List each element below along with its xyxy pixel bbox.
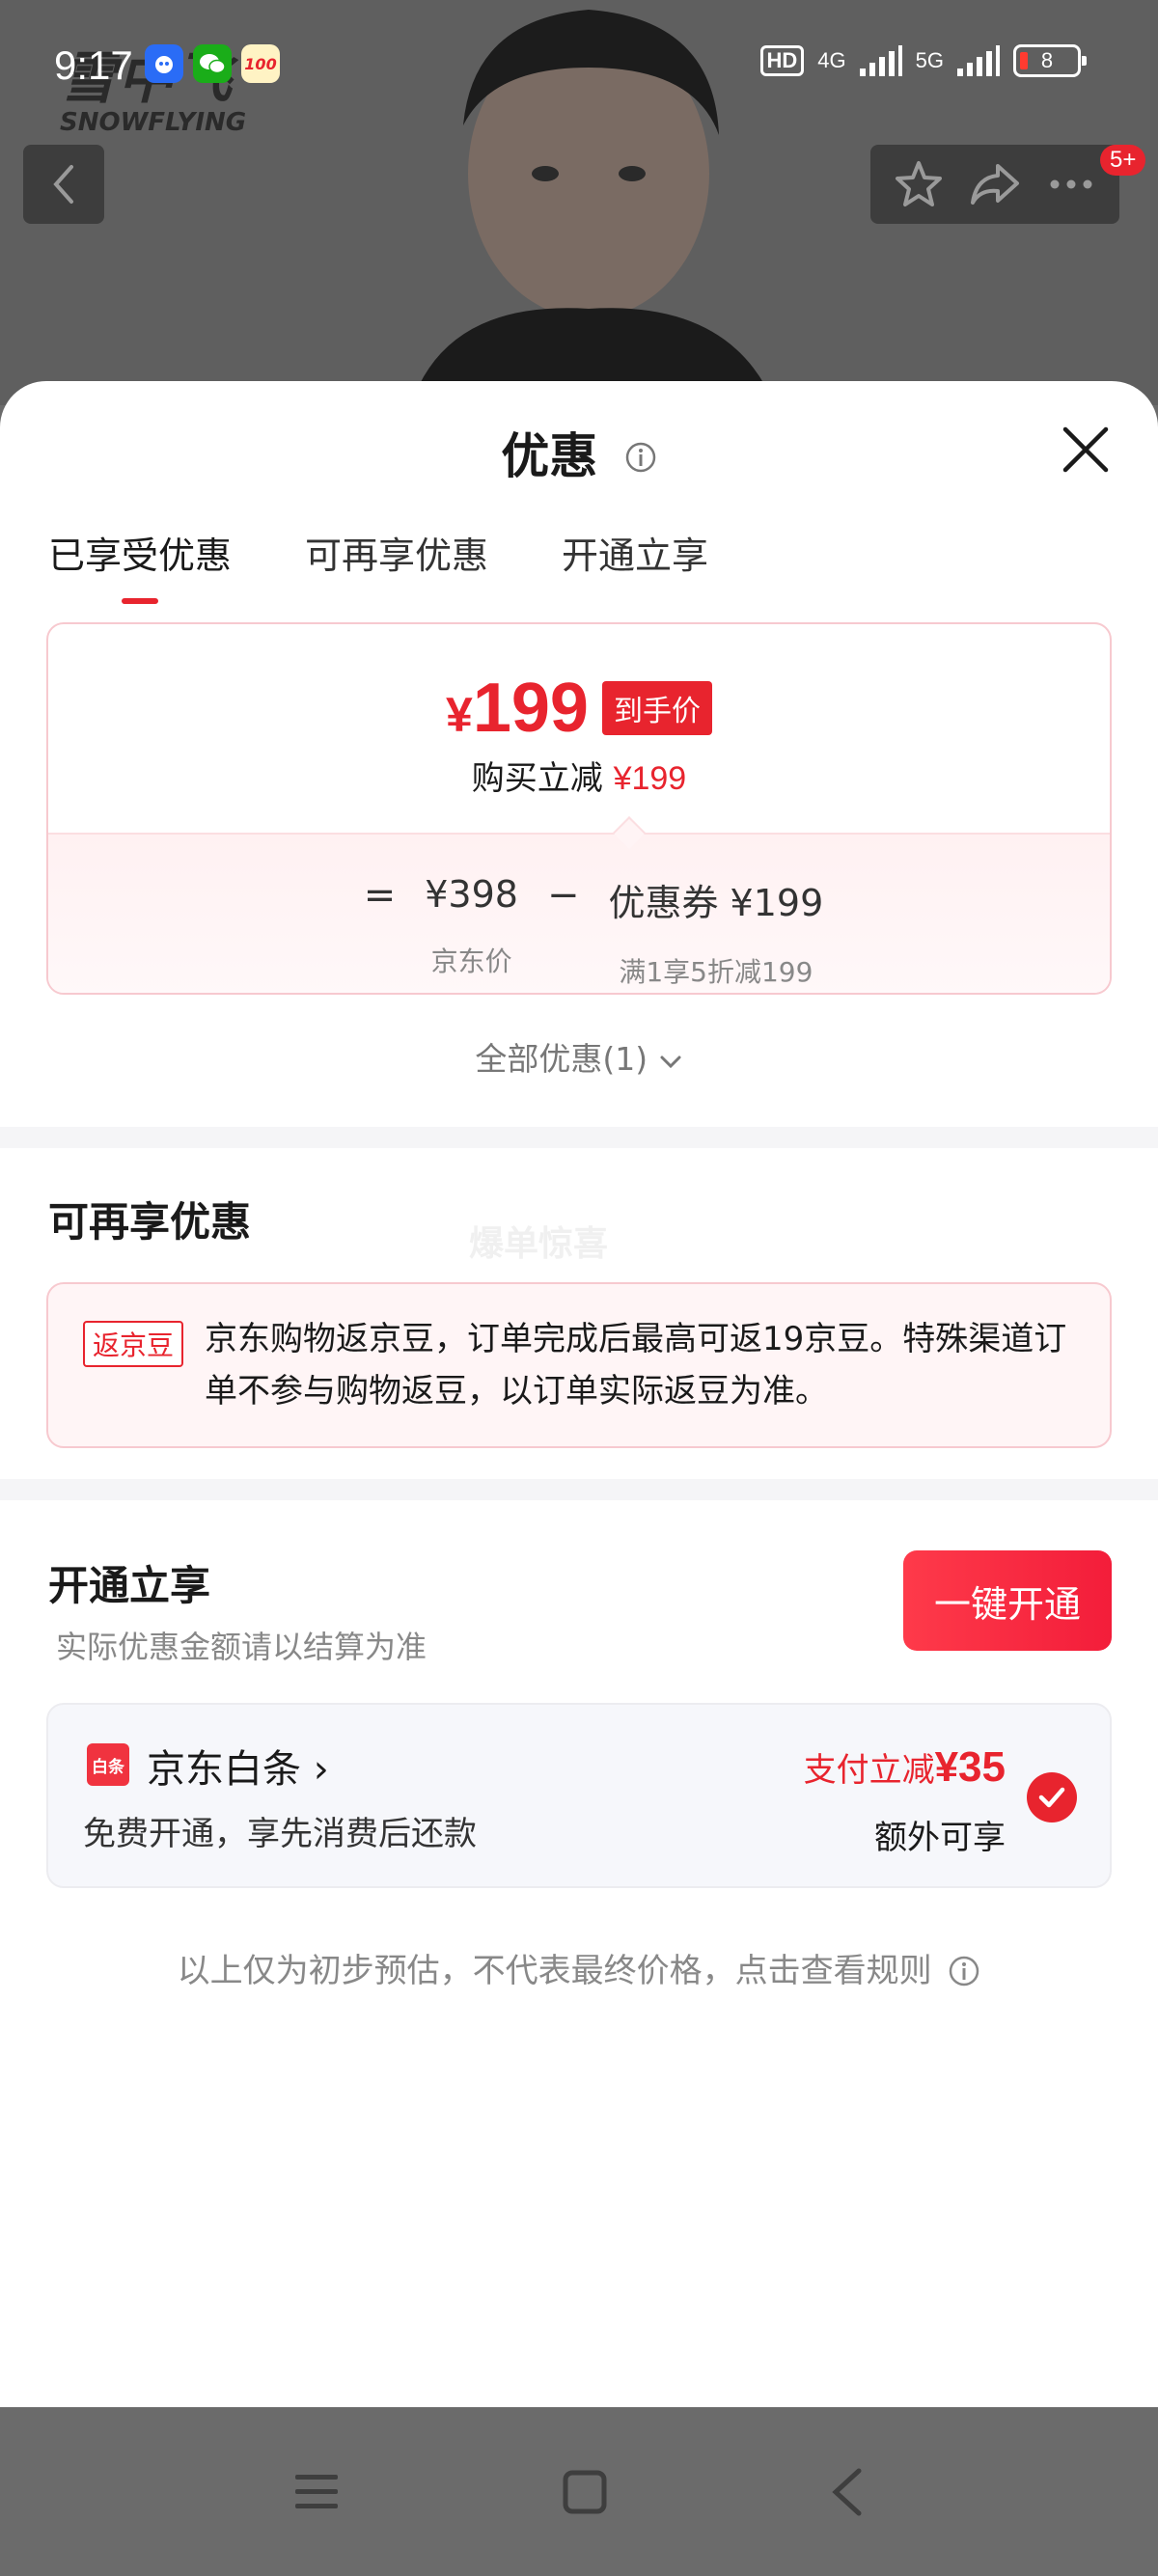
deals-bottom-sheet: 优惠 已享受优惠 可再享优惠 开通立享 ¥199 到手价 购买立减 ¥199 =… <box>0 381 1158 2407</box>
back-button[interactable] <box>23 145 104 224</box>
baitiao-extra: 额外可享 <box>874 1819 1006 1857</box>
system-nav-bar <box>0 2407 1158 2576</box>
equals-sign: = <box>363 873 397 918</box>
status-bar: 9:17 100 HD 4G 5G 8 <box>0 0 1158 125</box>
all-deals-toggle[interactable]: 全部优惠(1) <box>0 1033 1158 1080</box>
baitiao-deal-label: 支付立减 <box>803 1751 935 1790</box>
final-price-value: 199 <box>472 670 589 747</box>
final-price-tag: 到手价 <box>601 681 712 735</box>
check-icon[interactable] <box>1027 1772 1077 1822</box>
estimate-footnote[interactable]: 以上仅为初步预估，不代表最终价格，点击查看规则 <box>0 1944 1158 1991</box>
sheet-title: 优惠 <box>501 428 598 484</box>
currency-symbol: ¥ <box>446 688 473 742</box>
tab-enjoyed-deals[interactable]: 已享受优惠 <box>48 526 232 604</box>
battery-level: 8 <box>1040 48 1054 72</box>
one-click-open-button[interactable]: 一键开通 <box>903 1550 1112 1651</box>
tab-more-deals[interactable]: 可再享优惠 <box>305 526 488 604</box>
jd-price: ¥398 <box>425 873 518 916</box>
signal-icon <box>957 45 1000 76</box>
sheet-title-row: 优惠 <box>0 418 1158 487</box>
status-app-icons: 100 <box>145 44 280 83</box>
notification-badge: 5+ <box>1100 145 1146 176</box>
more-icon[interactable] <box>1045 158 1097 210</box>
open-deals-title: 开通立享 <box>48 1562 211 1609</box>
price-calc-row: = ¥398 京东价 − 优惠券 ¥199 满1享5折减199 <box>48 873 1110 990</box>
baitiao-logo: 白条 <box>87 1743 129 1786</box>
status-time: 9:17 <box>54 42 133 88</box>
signal-icon <box>859 45 902 76</box>
open-deals-subtitle: 实际优惠金额请以结算为准 <box>56 1629 427 1665</box>
watermark-text: 爆单惊喜 <box>469 1224 609 1264</box>
tab-open-deals[interactable]: 开通立享 <box>562 526 708 604</box>
close-icon[interactable] <box>1060 424 1112 476</box>
network-4g-label: 4G <box>817 48 846 72</box>
share-icon[interactable] <box>969 158 1021 210</box>
baitiao-description: 免费开通，享先消费后还款 <box>83 1815 477 1853</box>
coupon-amount: 优惠券 ¥199 <box>608 882 824 924</box>
jd-bean-card: 返京豆 京东购物返京豆，订单完成后最高可返19京豆。特殊渠道订单不参与购物返豆，… <box>46 1282 1112 1448</box>
section-divider <box>0 1127 1158 1148</box>
menu-icon[interactable] <box>293 2471 340 2513</box>
chevron-left-icon <box>53 165 73 204</box>
instant-discount-amount: ¥199 <box>613 760 687 797</box>
jd-price-cell: ¥398 京东价 <box>425 873 518 979</box>
section-divider <box>0 1479 1158 1500</box>
baitiao-card[interactable]: 白条 京东白条 › 免费开通，享先消费后还款 支付立减¥35 额外可享 <box>46 1703 1112 1888</box>
instant-discount-label: 购买立减 <box>471 759 603 798</box>
back-nav-icon[interactable] <box>830 2467 865 2517</box>
star-icon[interactable] <box>893 158 945 210</box>
final-price-section: ¥199 到手价 购买立减 ¥199 <box>48 624 1110 833</box>
price-calc-section: = ¥398 京东价 − 优惠券 ¥199 满1享5折减199 <box>48 833 1110 993</box>
battery-icon: 8 <box>1013 44 1087 77</box>
status-indicators: HD 4G 5G 8 <box>759 44 1087 77</box>
footnote-text: 以上仅为初步预估，不代表最终价格，点击查看规则 <box>177 1952 932 1990</box>
baitiao-name[interactable]: 京东白条 › <box>147 1738 329 1794</box>
coupon-cell: 优惠券 ¥199 满1享5折减199 <box>608 873 823 990</box>
top-action-group <box>870 145 1119 224</box>
instant-discount-row: 购买立减 ¥199 <box>48 752 1110 799</box>
minus-sign: − <box>546 873 580 918</box>
all-deals-label: 全部优惠(1) <box>475 1040 648 1078</box>
more-deals-title: 可再享优惠 <box>48 1198 252 1246</box>
home-icon[interactable] <box>562 2469 608 2515</box>
final-price-row: ¥199 到手价 <box>48 669 1110 748</box>
deal-tabs: 已享受优惠 可再享优惠 开通立享 <box>48 526 708 604</box>
info-icon <box>950 1956 979 1986</box>
baidu-icon <box>145 44 183 83</box>
price-breakdown-card: ¥199 到手价 购买立减 ¥199 = ¥398 京东价 − 优惠券 ¥199… <box>46 622 1112 995</box>
chevron-down-icon <box>660 1055 681 1068</box>
baitiao-deal: 支付立减¥35 <box>804 1743 1006 1792</box>
baitiao-deal-amount: ¥35 <box>934 1743 1006 1791</box>
info-icon[interactable] <box>624 441 657 474</box>
jd-bean-description: 京东购物返京豆，订单完成后最高可返19京豆。特殊渠道订单不参与购物返豆，以订单实… <box>205 1320 1067 1411</box>
jd-bean-tag: 返京豆 <box>83 1321 184 1367</box>
final-price: ¥199 <box>446 669 589 748</box>
network-5g-label: 5G <box>915 48 944 72</box>
coupon-rule: 满1享5折减199 <box>619 956 813 988</box>
score-100-icon: 100 <box>241 44 280 83</box>
wechat-icon <box>193 44 232 83</box>
hd-badge: HD <box>759 45 805 76</box>
jd-price-label: 京东价 <box>430 945 512 977</box>
